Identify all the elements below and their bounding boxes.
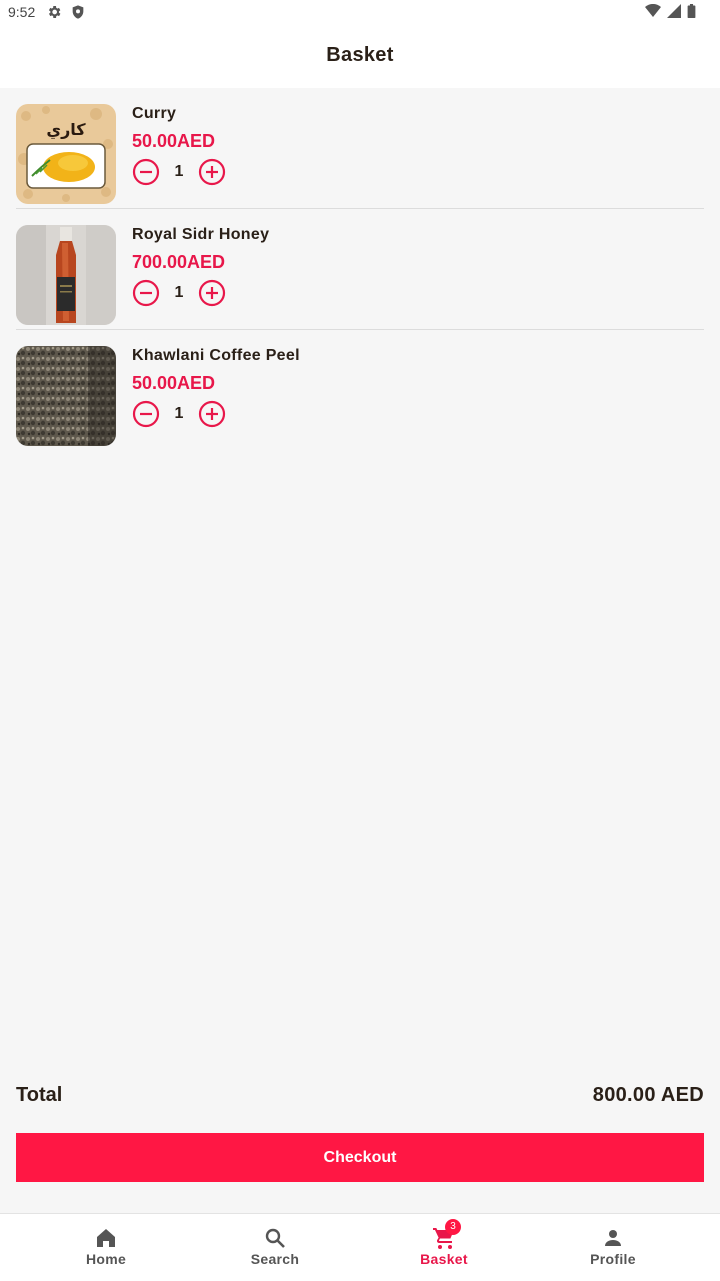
- total-label: Total: [16, 1084, 63, 1106]
- bottom-nav: Home Search 3 Basket Profile: [0, 1213, 720, 1281]
- home-icon: [97, 1229, 115, 1247]
- wifi-icon: [645, 4, 661, 17]
- nav-label: Profile: [590, 1251, 636, 1267]
- svg-text:كاري: كاري: [46, 120, 86, 140]
- decrease-quantity-button[interactable]: [132, 400, 160, 428]
- nav-label: Home: [85, 1251, 127, 1267]
- quantity-value: 1: [174, 405, 184, 422]
- checkout-button[interactable]: Checkout: [16, 1133, 704, 1182]
- nav-label: Search: [250, 1251, 300, 1267]
- total-row: Total 800.00 AED: [16, 1084, 704, 1112]
- increase-quantity-button[interactable]: [198, 279, 226, 307]
- basket-item-khawlani-coffee-peel[interactable]: Khawlani Coffee Peel 50.00AED 1: [16, 330, 704, 450]
- basket-item-royal-sidr-honey[interactable]: Royal Sidr Honey 700.00AED 1: [16, 209, 704, 330]
- nav-item-profile[interactable]: Profile: [523, 1214, 703, 1281]
- honey-product-image: [16, 225, 116, 325]
- total-value: 800.00 AED: [592, 1084, 704, 1106]
- curry-product-image: كاري: [16, 104, 116, 204]
- nav-label: Basket: [420, 1251, 468, 1267]
- person-icon: [605, 1230, 621, 1246]
- item-name: Curry: [132, 105, 177, 122]
- decrease-quantity-button[interactable]: [132, 279, 160, 307]
- shield-icon: [72, 5, 84, 19]
- quantity-stepper: 1: [132, 279, 226, 307]
- quantity-stepper: 1: [132, 400, 226, 428]
- item-name: Royal Sidr Honey: [132, 226, 270, 243]
- basket-list: كاري Curry 50.00AED 1 Royal Sidr Honey 7…: [16, 88, 704, 450]
- quantity-value: 1: [174, 284, 184, 301]
- cart-count-badge: 3: [445, 1219, 461, 1235]
- increase-quantity-button[interactable]: [198, 400, 226, 428]
- decrease-quantity-button[interactable]: [132, 158, 160, 186]
- item-name: Khawlani Coffee Peel: [132, 347, 300, 364]
- quantity-stepper: 1: [132, 158, 226, 186]
- status-bar: 9:52: [0, 0, 720, 24]
- settings-icon: [48, 6, 61, 18]
- nav-item-home[interactable]: Home: [16, 1214, 196, 1281]
- nav-item-basket[interactable]: 3 Basket: [354, 1214, 534, 1281]
- signal-icon: [667, 4, 681, 18]
- basket-item-curry[interactable]: كاري Curry 50.00AED 1: [16, 88, 704, 209]
- item-price: 50.00AED: [132, 373, 216, 393]
- item-price: 50.00AED: [132, 131, 216, 151]
- coffee-peel-product-image: [16, 346, 116, 446]
- battery-icon: [687, 4, 696, 18]
- search-icon: [265, 1228, 285, 1248]
- increase-quantity-button[interactable]: [198, 158, 226, 186]
- item-price: 700.00AED: [132, 252, 226, 272]
- page-title: Basket: [326, 44, 394, 66]
- nav-item-search[interactable]: Search: [185, 1214, 365, 1281]
- quantity-value: 1: [174, 163, 184, 180]
- app-bar: Basket: [0, 24, 720, 88]
- status-time: 9:52: [8, 4, 36, 20]
